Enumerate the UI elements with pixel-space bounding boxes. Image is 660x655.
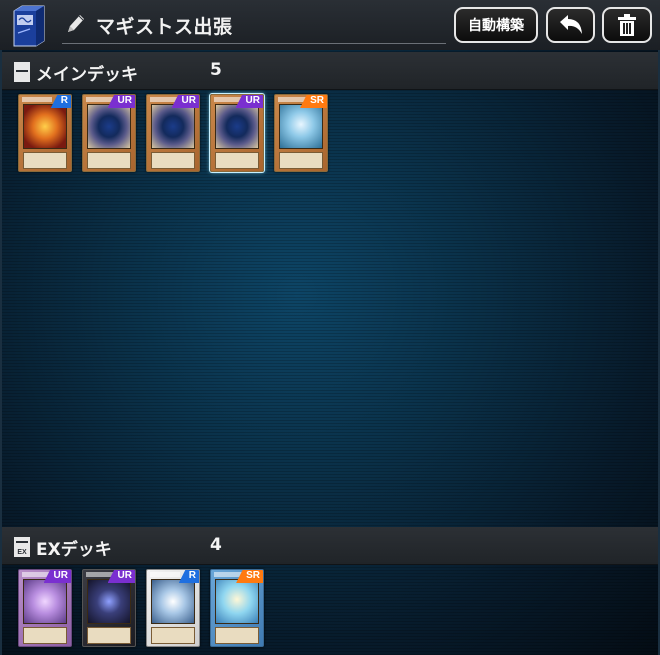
rarity-badge: R bbox=[178, 570, 199, 583]
pencil-icon bbox=[68, 15, 84, 32]
deck-box-icon[interactable] bbox=[12, 5, 46, 47]
main-deck-count: 5 bbox=[210, 60, 222, 80]
card-text-box bbox=[87, 152, 131, 169]
ex-deck-label: EXデッキ bbox=[36, 540, 112, 560]
main-deck-header: メインデッキ 5 bbox=[2, 52, 658, 90]
trash-icon bbox=[618, 14, 636, 36]
card-text-box bbox=[151, 627, 195, 644]
deck-header: マギストス出張 自動構築 bbox=[0, 0, 660, 50]
card-artwork bbox=[215, 579, 259, 624]
card-artwork bbox=[279, 104, 323, 149]
card-text-box bbox=[215, 152, 259, 169]
main-deck-icon bbox=[14, 62, 30, 82]
card-name-bar bbox=[150, 572, 180, 577]
ex-deck-icon: EX bbox=[14, 537, 30, 557]
ex-deck-card[interactable]: R bbox=[146, 569, 200, 647]
card-text-box bbox=[279, 152, 323, 169]
deck-title: マギストス出張 bbox=[96, 16, 233, 38]
main-deck-card[interactable]: UR bbox=[82, 94, 136, 172]
card-text-box bbox=[151, 152, 195, 169]
undo-button[interactable] bbox=[546, 7, 595, 43]
main-deck-card[interactable]: SR bbox=[274, 94, 328, 172]
undo-arrow-icon bbox=[559, 15, 582, 34]
main-deck-card[interactable]: UR bbox=[146, 94, 200, 172]
card-artwork bbox=[151, 104, 195, 149]
main-deck-cards: R UR UR UR SR bbox=[18, 94, 328, 172]
deck-name-field[interactable]: マギストス出張 bbox=[62, 8, 446, 44]
card-text-box bbox=[215, 627, 259, 644]
auto-build-label: 自動構築 bbox=[468, 18, 524, 34]
ex-deck-header: EX EXデッキ 4 bbox=[2, 527, 658, 565]
ex-deck-card[interactable]: UR bbox=[82, 569, 136, 647]
card-artwork bbox=[87, 579, 131, 624]
card-artwork bbox=[23, 579, 67, 624]
card-artwork bbox=[215, 104, 259, 149]
ex-deck-card[interactable]: SR bbox=[210, 569, 264, 647]
delete-deck-button[interactable] bbox=[602, 7, 652, 43]
card-text-box bbox=[23, 152, 67, 169]
auto-build-button[interactable]: 自動構築 bbox=[454, 7, 538, 43]
card-text-box bbox=[87, 627, 131, 644]
card-text-box bbox=[23, 627, 67, 644]
card-name-bar bbox=[22, 97, 52, 102]
ex-deck-cards: UR UR R SR bbox=[18, 569, 264, 647]
ex-deck-count: 4 bbox=[210, 535, 222, 555]
card-artwork bbox=[87, 104, 131, 149]
ex-deck-card[interactable]: UR bbox=[18, 569, 72, 647]
card-artwork bbox=[23, 104, 67, 149]
main-deck-label: メインデッキ bbox=[36, 65, 138, 85]
main-deck-card[interactable]: R bbox=[18, 94, 72, 172]
ex-deck-icon-text: EX bbox=[17, 549, 27, 556]
card-artwork bbox=[151, 579, 195, 624]
rarity-badge: R bbox=[50, 95, 71, 108]
main-deck-card[interactable]: UR bbox=[210, 94, 264, 172]
